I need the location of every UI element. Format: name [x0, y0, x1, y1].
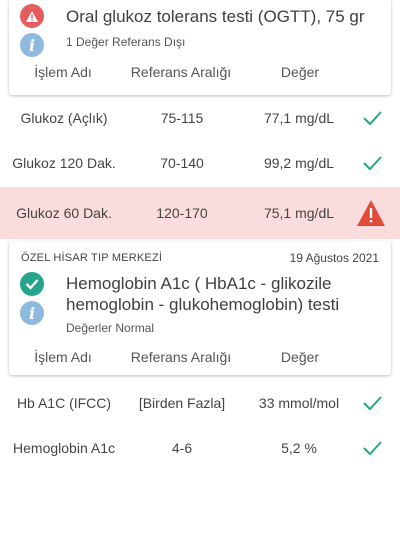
check-icon [363, 396, 382, 411]
column-header-range: Referans Aralığı [130, 349, 232, 365]
column-header-value: Değer [280, 349, 320, 365]
row-value: 5,2 % [281, 440, 317, 456]
warning-icon [20, 4, 44, 28]
row-range: 120-170 [156, 205, 208, 221]
table-row[interactable]: Glukoz 120 Dak. 70-140 99,2 mg/dL [0, 137, 400, 189]
test-title: Oral glukoz tolerans testi (OGTT), 75 gr [66, 7, 365, 26]
table-row[interactable]: Hemoglobin A1c 4-6 5,2 % [0, 422, 400, 474]
info-icon[interactable]: i [20, 33, 44, 57]
test-status-text: 1 Değer Referans Dışı [66, 35, 186, 49]
alert-triangle-icon [357, 200, 385, 226]
column-header-value: Değer [280, 64, 320, 80]
test-date: 19 Ağustos 2021 [289, 251, 379, 265]
table-header: İşlem Adı Referans Aralığı Değer [9, 349, 391, 371]
row-name: Hemoglobin A1c [13, 440, 115, 456]
test-card-ogtt[interactable]: Oral glukoz tolerans testi (OGTT), 75 gr… [9, 0, 391, 95]
column-header-name: İşlem Adı [34, 64, 92, 80]
table-header: İşlem Adı Referans Aralığı Değer [9, 64, 391, 86]
check-icon [363, 111, 382, 126]
row-range: 75-115 [160, 110, 204, 126]
row-name: Glukoz (Açlık) [20, 110, 108, 126]
row-name: Glukoz 120 Dak. [12, 155, 116, 171]
column-header-range: Referans Aralığı [130, 64, 232, 80]
row-name: Hb A1C (IFCC) [16, 395, 112, 411]
row-value: 75,1 mg/dL [263, 205, 335, 221]
row-range: [Birden Fazla] [138, 395, 226, 411]
row-range: 4-6 [171, 440, 193, 456]
row-value: 99,2 mg/dL [263, 155, 335, 171]
organization-name: ÖZEL HİSAR TIP MERKEZİ [21, 252, 163, 264]
column-header-name: İşlem Adı [34, 349, 92, 365]
table-row-alert[interactable]: Glukoz 60 Dak. 120-170 75,1 mg/dL [0, 187, 400, 239]
check-circle-icon [20, 272, 44, 296]
check-icon [363, 156, 382, 171]
row-value: 77,1 mg/dL [263, 110, 335, 126]
info-icon[interactable]: i [20, 301, 44, 325]
test-status-text: Değerler Normal [66, 321, 155, 335]
test-title: Hemoglobin A1c ( HbA1c - glikozile hemog… [66, 274, 340, 314]
row-value: 33 mmol/mol [258, 395, 340, 411]
test-card-hba1c[interactable]: ÖZEL HİSAR TIP MERKEZİ 19 Ağustos 2021 H… [9, 241, 391, 375]
row-range: 70-140 [160, 155, 204, 171]
row-name: Glukoz 60 Dak. [16, 205, 112, 221]
check-icon [363, 441, 382, 456]
